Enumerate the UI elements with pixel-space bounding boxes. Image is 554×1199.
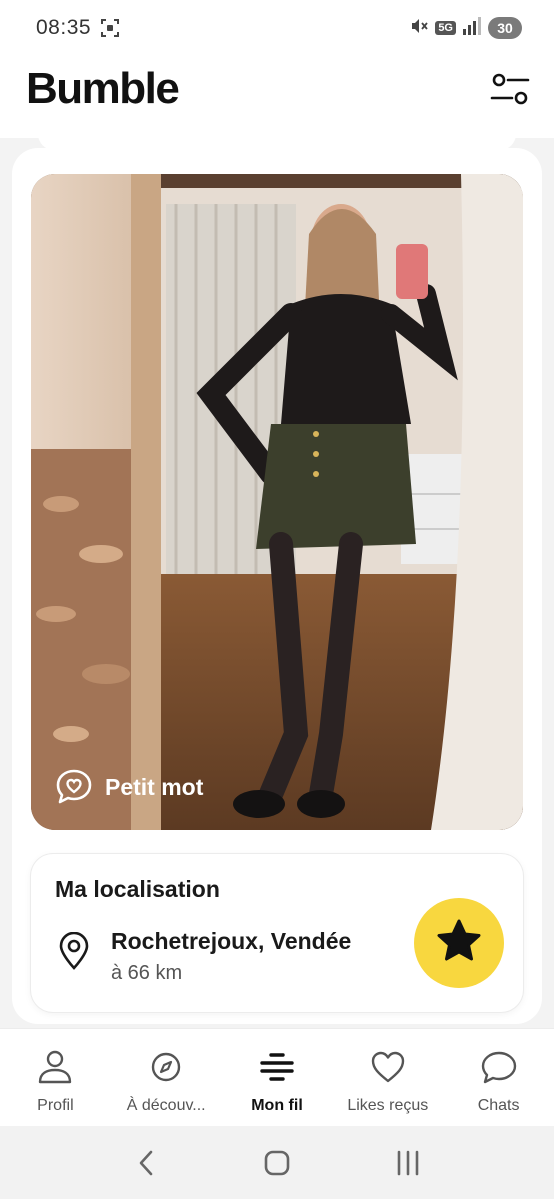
location-pin-icon [57, 931, 91, 970]
signal-icon [462, 16, 482, 40]
location-title: Ma localisation [55, 876, 220, 902]
nav-chats[interactable]: Chats [443, 1029, 554, 1126]
app-header: Bumble [0, 56, 554, 138]
profile-photo[interactable]: Petit mot [31, 174, 523, 830]
nav-label-feed: Mon fil [251, 1097, 303, 1114]
feed-icon [257, 1047, 297, 1087]
nav-label-chats: Chats [477, 1097, 520, 1114]
star-icon [435, 917, 483, 970]
heart-icon [368, 1047, 408, 1087]
location-city: Rochetrejoux, Vendée [111, 928, 352, 954]
profile-card[interactable]: Petit mot Ma localisation Rochetrejoux, … [12, 148, 542, 1024]
home-icon[interactable] [257, 1143, 297, 1183]
chat-heart-icon [55, 768, 93, 806]
battery-indicator: 30 [488, 17, 522, 39]
back-icon[interactable] [126, 1143, 166, 1183]
recents-icon[interactable] [388, 1143, 428, 1183]
nav-label-likes: Likes reçus [347, 1097, 429, 1114]
superswipe-button[interactable] [414, 898, 504, 988]
bottom-navigation: Profil À découv... Mon fil Likes reçus C… [0, 1028, 554, 1126]
person-icon [35, 1047, 75, 1087]
nav-likes[interactable]: Likes reçus [332, 1029, 443, 1126]
mute-icon [409, 16, 429, 41]
nav-profile[interactable]: Profil [0, 1029, 111, 1126]
filter-sliders-icon[interactable] [490, 70, 530, 110]
nav-label-profile: Profil [37, 1097, 74, 1114]
app-logo: Bumble [26, 64, 180, 113]
network-label: 5G [435, 21, 456, 35]
compass-icon [146, 1047, 186, 1087]
screen-capture-icon [100, 18, 120, 38]
compliment-button[interactable]: Petit mot [55, 768, 203, 806]
nav-discover[interactable]: À découv... [111, 1029, 222, 1126]
nav-feed[interactable]: Mon fil [222, 1029, 333, 1126]
profile-feed[interactable]: Petit mot Ma localisation Rochetrejoux, … [0, 138, 554, 1028]
status-time: 08:35 [36, 16, 92, 39]
status-bar: 08:35 5G 30 [0, 0, 554, 56]
nav-label-discover: À découv... [126, 1097, 206, 1114]
chat-bubble-icon [479, 1047, 519, 1087]
status-icons: 5G 30 [409, 14, 522, 42]
compliment-label: Petit mot [105, 773, 204, 800]
system-navigation-bar [0, 1126, 554, 1199]
location-distance: à 66 km [111, 962, 183, 984]
